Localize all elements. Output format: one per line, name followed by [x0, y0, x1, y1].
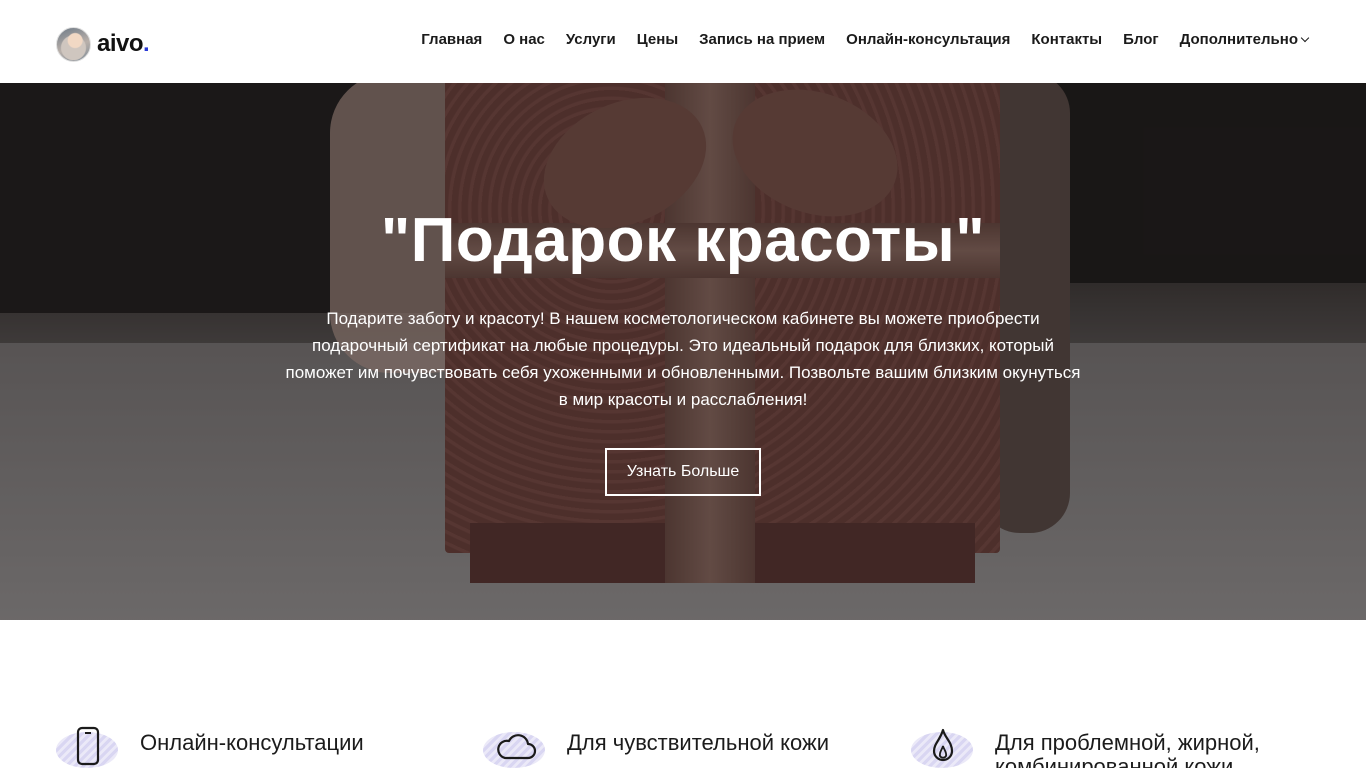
- phone-icon: [56, 722, 120, 768]
- chevron-down-icon: [1300, 33, 1310, 43]
- site-header: aivo. Главная О нас Услуги Цены Запись н…: [0, 0, 1366, 83]
- nav-item-more[interactable]: Дополнительно: [1179, 31, 1310, 48]
- hero-section: "Подарок красоты" Подарите заботу и крас…: [0, 83, 1366, 620]
- nav-item-blog[interactable]: Блог: [1123, 31, 1159, 48]
- nav-item-about[interactable]: О нас: [503, 31, 545, 48]
- nav-item-home[interactable]: Главная: [421, 31, 482, 48]
- main-nav: Главная О нас Услуги Цены Запись на прие…: [400, 31, 1310, 48]
- logo-avatar: [56, 26, 91, 62]
- nav-item-online-consultation[interactable]: Онлайн-консультация: [846, 31, 1010, 48]
- feature-title: Для проблемной, жирной, комбинированной …: [995, 730, 1260, 768]
- feature-sensitive-skin[interactable]: Для чувствительной кожи: [483, 722, 829, 768]
- site-logo[interactable]: aivo.: [56, 26, 150, 62]
- feature-title: Для чувствительной кожи: [567, 730, 830, 755]
- logo-text: aivo.: [97, 30, 150, 57]
- feature-title: Онлайн-консультации: [140, 730, 364, 755]
- feature-online-consultations[interactable]: Онлайн-консультации: [56, 722, 364, 768]
- flame-icon: [911, 722, 975, 768]
- hero-title: "Подарок красоты": [380, 206, 986, 275]
- nav-item-contacts[interactable]: Контакты: [1031, 31, 1102, 48]
- nav-item-more-label: Дополнительно: [1179, 31, 1298, 48]
- nav-item-prices[interactable]: Цены: [637, 31, 678, 48]
- feature-problem-skin[interactable]: Для проблемной, жирной, комбинированной …: [911, 722, 1305, 768]
- nav-item-appointment[interactable]: Запись на прием: [699, 31, 825, 48]
- learn-more-button[interactable]: Узнать Больше: [605, 448, 761, 496]
- nav-item-services[interactable]: Услуги: [566, 31, 616, 48]
- cloud-icon: [483, 722, 547, 768]
- hero-description: Подарите заботу и красоту! В нашем косме…: [285, 309, 1081, 409]
